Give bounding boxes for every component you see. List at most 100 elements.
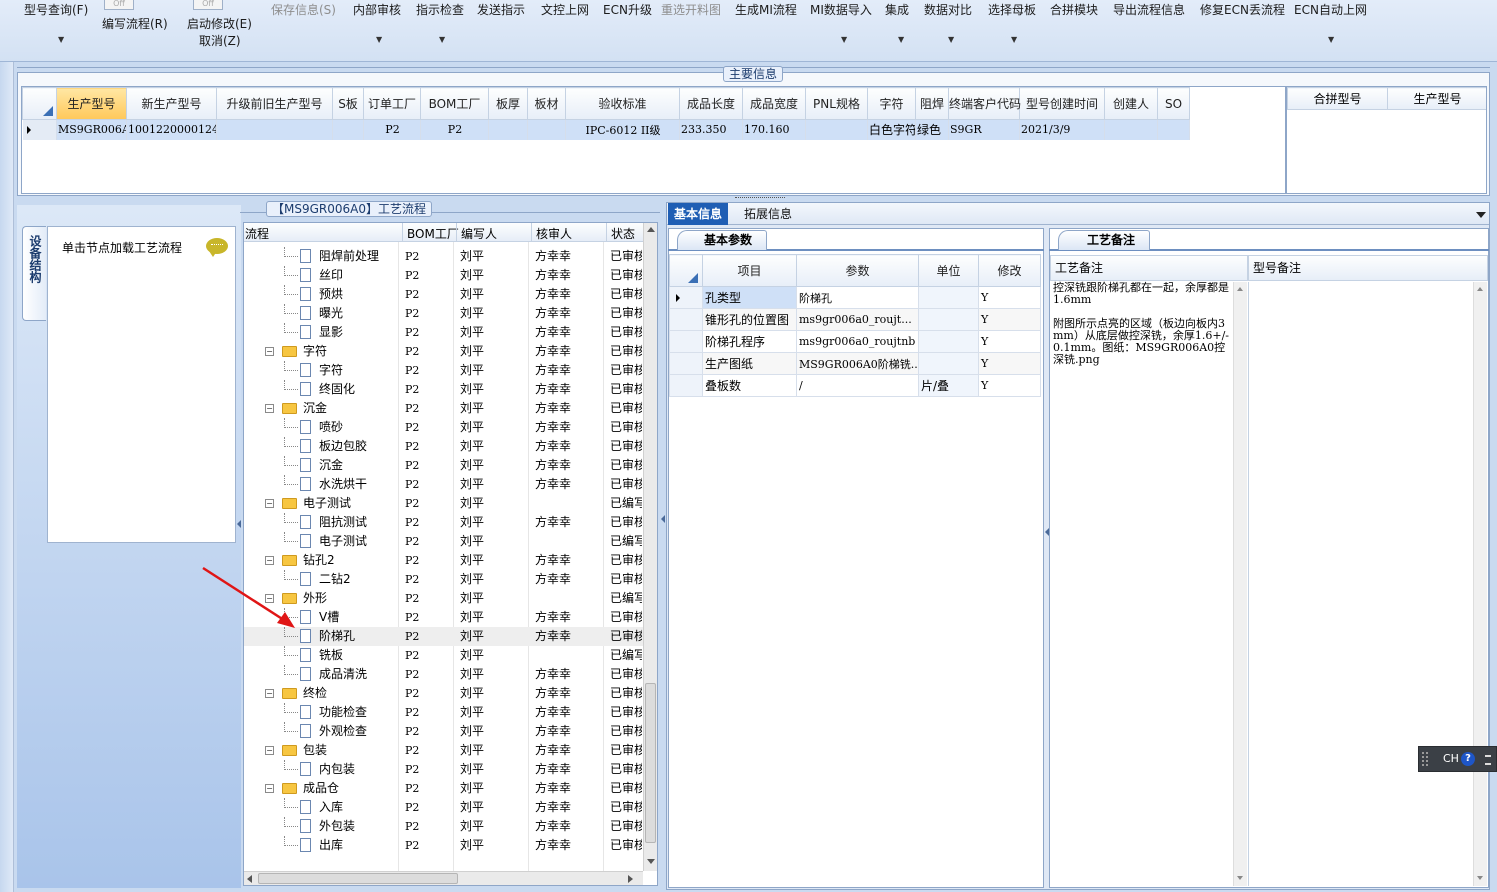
toolbar-item-6[interactable]: 指示检查 <box>416 1 464 18</box>
toolbar-item-11[interactable]: 生成MI流程 <box>735 1 797 18</box>
tree-node-label[interactable]: 沉金 <box>319 456 343 475</box>
main-col-header[interactable]: 终端客户代码 <box>948 87 1021 120</box>
tree-node-label[interactable]: 钻孔2 <box>303 551 335 570</box>
param-cell-param[interactable]: ms9gr006a0_roujt... <box>796 308 919 331</box>
collapse-icon[interactable]: − <box>265 499 274 508</box>
notes-vscroll-1[interactable] <box>1233 282 1247 886</box>
main-col-header[interactable]: 生产型号 <box>56 87 127 120</box>
dropdown-arrow-icon[interactable]: ▼ <box>898 35 904 44</box>
collapse-icon[interactable]: − <box>265 347 274 356</box>
tree-node-label[interactable]: 阶梯孔 <box>319 627 355 646</box>
main-col-header[interactable]: 成品长度 <box>679 87 743 120</box>
table-row[interactable]: 生产图纸 MS9GR006A0阶梯铣... Y <box>669 352 1041 375</box>
tree-node-label[interactable]: 成品清洗 <box>319 665 367 684</box>
tree-row[interactable]: − 成品仓 P2 刘平 方幸幸 已审核 <box>244 779 648 798</box>
param-col-header[interactable]: 项目 <box>702 254 797 287</box>
tree-row[interactable]: − 包装 P2 刘平 方幸幸 已审核 <box>244 741 648 760</box>
tree-row[interactable]: − 电子测试 P2 刘平 已编写 <box>244 494 648 513</box>
toggle-switch-1[interactable]: Off <box>193 0 223 10</box>
main-cell[interactable]: 2021/3/9 <box>1019 119 1105 140</box>
param-cell-item[interactable]: 阶梯孔程序 <box>702 330 797 353</box>
main-cell[interactable] <box>488 119 528 140</box>
tab-process-notes[interactable]: 工艺备注 <box>1058 230 1150 250</box>
toolbar-item-9[interactable]: ECN升级 <box>603 1 652 18</box>
tree-node-label[interactable]: 外观检查 <box>319 722 367 741</box>
main-cell[interactable] <box>527 119 566 140</box>
ime-grip[interactable] <box>1422 752 1428 766</box>
tree-node-label[interactable]: 曝光 <box>319 304 343 323</box>
process-col-header[interactable]: BOM工厂 <box>407 225 459 242</box>
tree-row[interactable]: 沉金 P2 刘平 方幸幸 已审核 <box>244 456 648 475</box>
dropdown-arrow-icon[interactable]: ▼ <box>841 35 847 44</box>
tree-row[interactable]: 内包装 P2 刘平 方幸幸 已审核 <box>244 760 648 779</box>
main-cell[interactable]: P2 <box>363 119 421 140</box>
tree-node-label[interactable]: 阻焊前处理 <box>319 247 379 266</box>
param-col-header[interactable]: 单位 <box>918 254 979 287</box>
process-col-header[interactable]: 编写人 <box>461 225 497 242</box>
tree-row[interactable]: 曝光 P2 刘平 方幸幸 已审核 <box>244 304 648 323</box>
main-col-header[interactable]: 板材 <box>527 87 566 120</box>
main-col-header[interactable]: 成品宽度 <box>742 87 806 120</box>
tree-row[interactable]: 预烘 P2 刘平 方幸幸 已审核 <box>244 285 648 304</box>
param-cell-mod[interactable]: Y <box>978 352 1041 375</box>
process-vscroll[interactable] <box>643 223 657 871</box>
tree-row[interactable]: 外观检查 P2 刘平 方幸幸 已审核 <box>244 722 648 741</box>
main-col-header[interactable]: 板厚 <box>488 87 528 120</box>
main-col-header[interactable]: 验收标准 <box>565 87 680 120</box>
toolbar-item-1[interactable]: 编写流程(R) <box>102 15 168 32</box>
param-cell-mod[interactable]: Y <box>978 330 1041 353</box>
param-cell-unit[interactable] <box>918 330 979 353</box>
toggle-switch-0[interactable]: Off <box>104 0 134 10</box>
main-cell[interactable]: S9GR <box>948 119 1020 140</box>
toolbar-item-4[interactable]: 保存信息(S) <box>271 1 336 18</box>
toolbar-item-0[interactable]: 型号查询(F) <box>24 1 88 18</box>
toolbar-item-18[interactable]: 修复ECN丢流程 <box>1200 1 1285 18</box>
collapse-icon[interactable]: − <box>265 746 274 755</box>
main-cell[interactable] <box>1157 119 1190 140</box>
main-cell[interactable] <box>1104 119 1158 140</box>
param-cell-mod[interactable]: Y <box>978 286 1041 309</box>
toolbar-item-2[interactable]: 启动修改(E) <box>187 15 252 32</box>
main-cell[interactable]: 白色字符 <box>867 119 916 140</box>
tree-node-label[interactable]: 内包装 <box>319 760 355 779</box>
main-cell[interactable]: 170.160 <box>742 119 806 140</box>
collapse-icon[interactable]: − <box>265 689 274 698</box>
tree-row[interactable]: 板边包胶 P2 刘平 方幸幸 已审核 <box>244 437 648 456</box>
main-col-header[interactable]: 型号创建时间 <box>1019 87 1105 120</box>
tree-node-label[interactable]: 阻抗测试 <box>319 513 367 532</box>
toolbar-item-5[interactable]: 内部审核 <box>353 1 401 18</box>
tree-row[interactable]: 终固化 P2 刘平 方幸幸 已审核 <box>244 380 648 399</box>
splitter-grip[interactable] <box>735 197 785 201</box>
process-notes-text[interactable]: 控深铣跟阶梯孔都在一起，余厚都是1.6mm 附图所示点亮的区域（板边向板内3mm… <box>1053 282 1231 882</box>
param-cell-param[interactable]: MS9GR006A0阶梯铣... <box>796 352 919 375</box>
row-selector-header[interactable] <box>669 254 703 287</box>
main-cell[interactable] <box>805 119 868 140</box>
toolbar-item-15[interactable]: 选择母板 <box>988 1 1036 18</box>
tree-row[interactable]: − 终检 P2 刘平 方幸幸 已审核 <box>244 684 648 703</box>
param-cell-param[interactable]: ms9gr006a0_roujtnb <box>796 330 919 353</box>
merge-col-header[interactable]: 生产型号 <box>1387 87 1486 110</box>
param-cell-item[interactable]: 锥形孔的位置图 <box>702 308 797 331</box>
tree-row[interactable]: − 沉金 P2 刘平 方幸幸 已审核 <box>244 399 648 418</box>
tree-row[interactable]: 字符 P2 刘平 方幸幸 已审核 <box>244 361 648 380</box>
tree-node-label[interactable]: 终检 <box>303 684 327 703</box>
dropdown-arrow-icon[interactable]: ▼ <box>1011 35 1017 44</box>
dropdown-arrow-icon[interactable]: ▼ <box>948 35 954 44</box>
tree-node-label[interactable]: 字符 <box>319 361 343 380</box>
param-cell-item[interactable]: 生产图纸 <box>702 352 797 375</box>
toolbar-item-19[interactable]: ECN自动上网 <box>1294 1 1367 18</box>
toolbar-item-12[interactable]: MI数据导入 <box>810 1 872 18</box>
toolbar-item-16[interactable]: 合拼模块 <box>1050 1 1098 18</box>
tree-row[interactable]: 出库 P2 刘平 方幸幸 已审核 <box>244 836 648 855</box>
param-cell-unit[interactable] <box>918 352 979 375</box>
row-selector-header[interactable] <box>22 87 57 120</box>
tree-node-label[interactable]: 成品仓 <box>303 779 339 798</box>
toolbar-item-7[interactable]: 发送指示 <box>477 1 525 18</box>
table-row[interactable]: 阶梯孔程序 ms9gr006a0_roujtnb Y <box>669 330 1041 353</box>
collapse-icon[interactable]: − <box>265 784 274 793</box>
tree-node-label[interactable]: 外包装 <box>319 817 355 836</box>
param-cell-mod[interactable]: Y <box>978 374 1041 397</box>
main-col-header[interactable]: 创建人 <box>1104 87 1158 120</box>
tree-node-label[interactable]: 入库 <box>319 798 343 817</box>
tree-node-label[interactable]: 板边包胶 <box>319 437 367 456</box>
